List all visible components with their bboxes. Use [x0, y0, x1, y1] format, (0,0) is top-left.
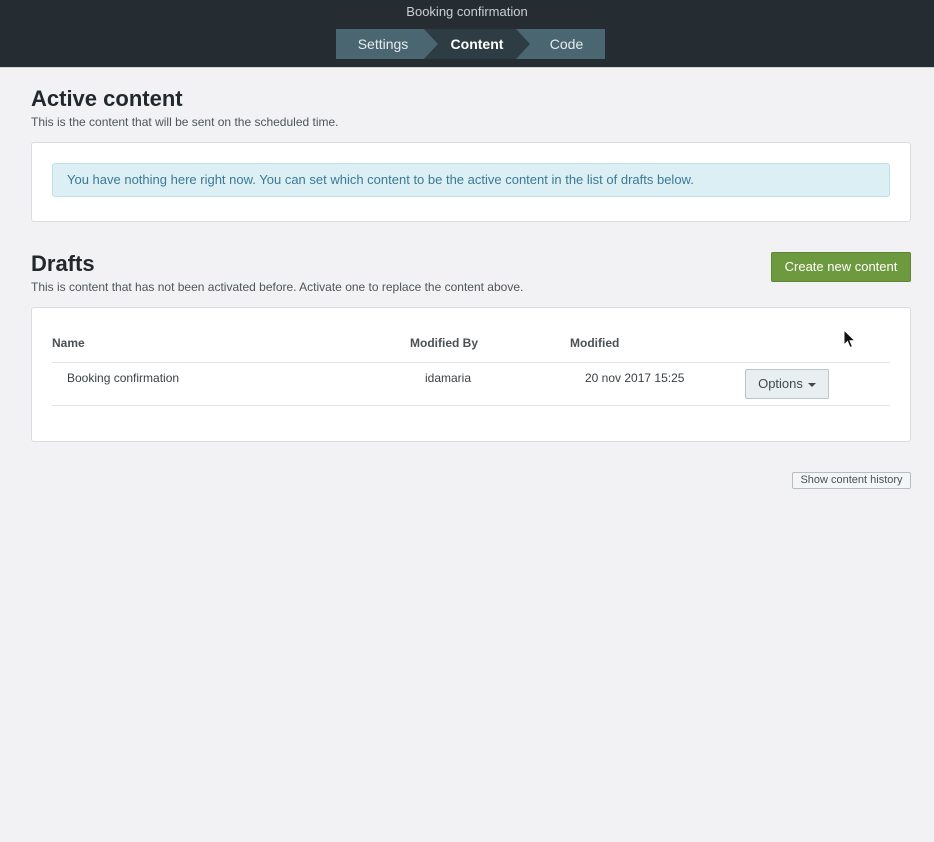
active-content-title: Active content [31, 86, 183, 111]
step-navigation: Settings Code Content [336, 29, 605, 59]
column-header-modified-by[interactable]: Modified By [410, 336, 478, 350]
drafts-table-panel: Name Modified By Modified Booking confir… [31, 307, 911, 442]
draft-modified-date: 20 nov 2017 15:25 [585, 371, 685, 385]
header-divider [52, 362, 890, 363]
column-header-name[interactable]: Name [52, 336, 85, 350]
window-title: Booking confirmation [406, 4, 528, 19]
draft-name[interactable]: Booking confirmation [67, 371, 179, 385]
row-divider [52, 405, 890, 406]
drafts-description: This is content that has not been activa… [31, 280, 524, 294]
create-new-content-button[interactable]: Create new content [771, 252, 911, 282]
top-bar: Booking confirmation Settings Code Conte… [0, 0, 934, 68]
show-content-history-button[interactable]: Show content history [792, 472, 911, 489]
options-dropdown-button[interactable]: Options [745, 369, 829, 399]
step-settings[interactable]: Settings [336, 29, 442, 59]
active-content-panel: You have nothing here right now. You can… [31, 142, 911, 222]
options-label: Options [758, 376, 803, 391]
empty-state-alert: You have nothing here right now. You can… [52, 163, 890, 197]
active-content-description: This is the content that will be sent on… [31, 115, 339, 129]
mouse-pointer-icon [843, 329, 857, 349]
step-content[interactable]: Content [424, 29, 530, 59]
column-header-modified[interactable]: Modified [570, 336, 619, 350]
caret-down-icon [807, 382, 816, 387]
draft-modified-by: idamaria [425, 371, 472, 385]
drafts-title: Drafts [31, 251, 95, 276]
